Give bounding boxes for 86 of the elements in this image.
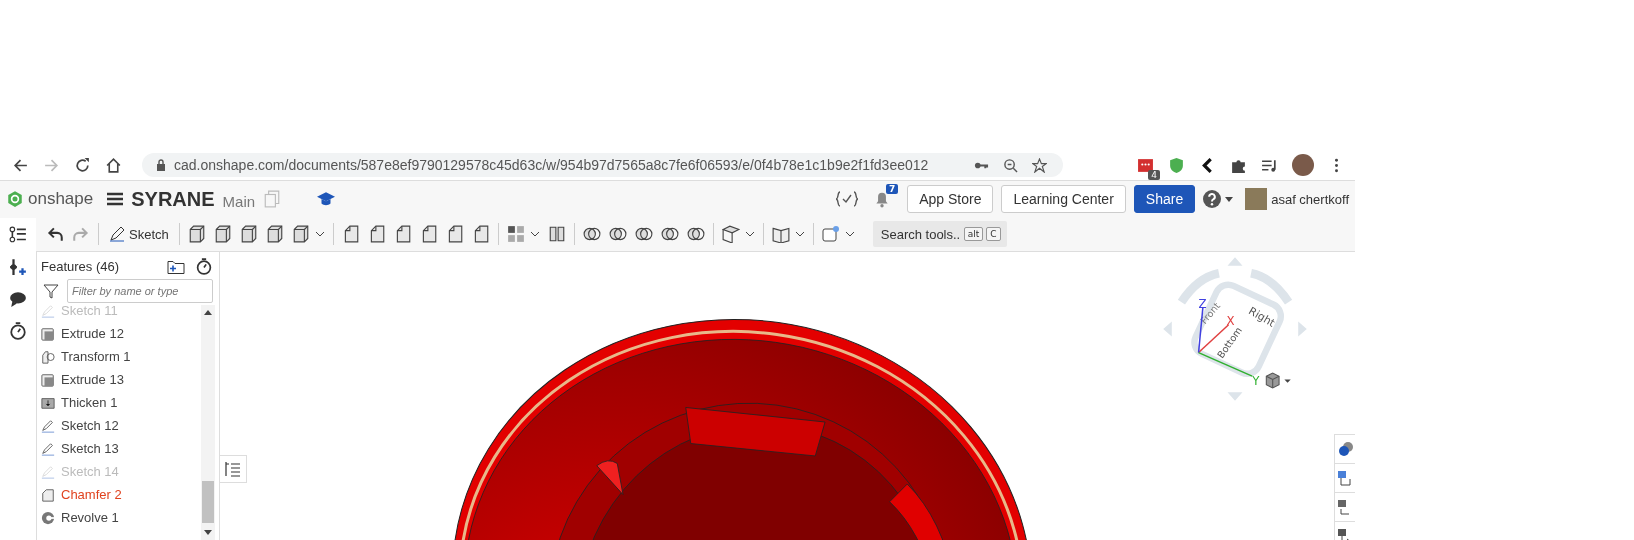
feature-tool-icon[interactable]	[187, 225, 206, 243]
share-button[interactable]: Share	[1133, 185, 1196, 213]
filter-icon[interactable]	[43, 283, 59, 299]
variable-add-icon[interactable]	[9, 258, 27, 276]
graduation-cap-icon[interactable]	[317, 190, 336, 208]
reload-icon[interactable]	[74, 156, 91, 174]
scroll-thumb[interactable]	[202, 481, 214, 523]
filter-field[interactable]: Filter by name or type	[67, 279, 213, 303]
keyboard-key: alt	[963, 227, 984, 241]
comment-icon[interactable]	[9, 290, 27, 308]
search-tools-field[interactable]: Search tools... alt C	[872, 221, 1007, 247]
feature-item[interactable]: Thicken 1	[37, 391, 201, 414]
feature-item[interactable]: Transform 1	[37, 345, 201, 368]
panel-toggle-button[interactable]	[220, 455, 247, 483]
transform-icon	[41, 349, 55, 364]
header-button[interactable]: Learning Center	[1001, 185, 1126, 213]
caret-icon[interactable]	[529, 231, 540, 237]
logo-text[interactable]: onshape	[28, 189, 94, 209]
boolean-tool-icon[interactable]	[686, 225, 705, 243]
feature-item[interactable]: Revolve 1	[37, 506, 201, 529]
pencil-icon	[41, 464, 55, 479]
header-button[interactable]: App Store	[907, 185, 994, 213]
extrude-icon	[41, 372, 55, 387]
mirror-tool-icon[interactable]	[547, 225, 566, 243]
shield-extension-icon[interactable]	[1168, 156, 1185, 174]
revolve-icon	[41, 510, 55, 525]
pencil-icon	[41, 305, 55, 318]
scroll-down-icon[interactable]	[204, 530, 212, 535]
caret-icon[interactable]	[744, 231, 755, 237]
user-avatar[interactable]	[1245, 188, 1268, 210]
feature-tool-icon[interactable]	[213, 225, 232, 243]
feature-item[interactable]: Extrude 13	[37, 368, 201, 391]
url-text: cad.onshape.com/documents/587e8ef9790129578c45d63c/w/954b97d7565a8c7fe6f06593/e/0f4b78e1c1b9e2f1fd3ee012	[174, 157, 929, 173]
extrude-icon	[41, 326, 55, 341]
address-bar[interactable]: cad.onshape.com/documents/587e8ef9790129578c45d63c/w/954b97d7565a8c7fe6f06593/e/0f4b78e1c1b9e2f1fd3ee012	[142, 153, 1063, 177]
document-title[interactable]: SYRANE	[131, 187, 215, 211]
feature-list-icon[interactable]	[9, 226, 27, 244]
feature-tool-icon[interactable]	[265, 225, 284, 243]
notification-badge: 7	[885, 184, 899, 194]
feature-item[interactable]: Chamfer 2	[37, 483, 201, 506]
cube-view-icon[interactable]	[1264, 372, 1292, 389]
profile-avatar[interactable]	[1292, 154, 1314, 176]
feature-tool-icon[interactable]	[291, 225, 310, 243]
boolean-tool-icon[interactable]	[634, 225, 653, 243]
book-icon[interactable]	[771, 225, 790, 243]
boolean-tool-icon[interactable]	[608, 225, 627, 243]
menu-icon[interactable]	[107, 192, 124, 206]
zoom-icon[interactable]	[1003, 157, 1018, 173]
pencil-icon	[41, 418, 55, 433]
boolean-tool-icon[interactable]	[660, 225, 679, 243]
caret-icon[interactable]	[1225, 196, 1234, 202]
add-folder-icon[interactable]	[167, 258, 185, 275]
lock-icon	[156, 159, 166, 171]
caret-icon[interactable]	[844, 231, 855, 237]
feature-tool-icon[interactable]	[239, 225, 258, 243]
caret-icon[interactable]	[794, 231, 805, 237]
scrollbar[interactable]	[201, 305, 215, 540]
stopwatch-icon[interactable]	[9, 322, 27, 340]
keyboard-key: C	[986, 227, 1001, 241]
workspace-name[interactable]: Main	[222, 192, 256, 210]
search-tools-field[interactable]: Search tools...	[880, 226, 961, 242]
plane-tool-icon[interactable]	[721, 225, 740, 243]
pattern-tool-icon[interactable]	[506, 225, 525, 243]
feature-item[interactable]: Sketch 12	[37, 414, 201, 437]
home-icon[interactable]	[105, 156, 122, 174]
pencil-icon	[109, 226, 125, 242]
extension-badge: 4	[1148, 169, 1160, 180]
feature-item[interactable]: Sketch 13	[37, 437, 201, 460]
sketch-button[interactable]: Sketch	[107, 226, 171, 242]
custom-feature-icon[interactable]	[821, 225, 840, 243]
user-name[interactable]: asaf chertkoff	[1271, 191, 1349, 207]
help-icon[interactable]	[1203, 190, 1222, 208]
feature-item[interactable]: Extrude 12	[37, 322, 201, 345]
pencil-icon	[41, 441, 55, 456]
list-icon	[225, 461, 241, 477]
variables-icon[interactable]	[835, 191, 860, 207]
undo-icon[interactable]	[46, 225, 64, 243]
thicken-icon	[41, 395, 55, 410]
chamfer-icon	[41, 487, 55, 502]
boolean-tool-icon[interactable]	[582, 225, 601, 243]
star-icon[interactable]	[1032, 157, 1047, 173]
caret-icon[interactable]	[314, 231, 325, 237]
features-title: Features (46)	[41, 259, 121, 274]
logo-icon[interactable]	[6, 190, 24, 208]
stopwatch-icon[interactable]	[195, 258, 213, 275]
scroll-up-icon[interactable]	[204, 310, 212, 315]
